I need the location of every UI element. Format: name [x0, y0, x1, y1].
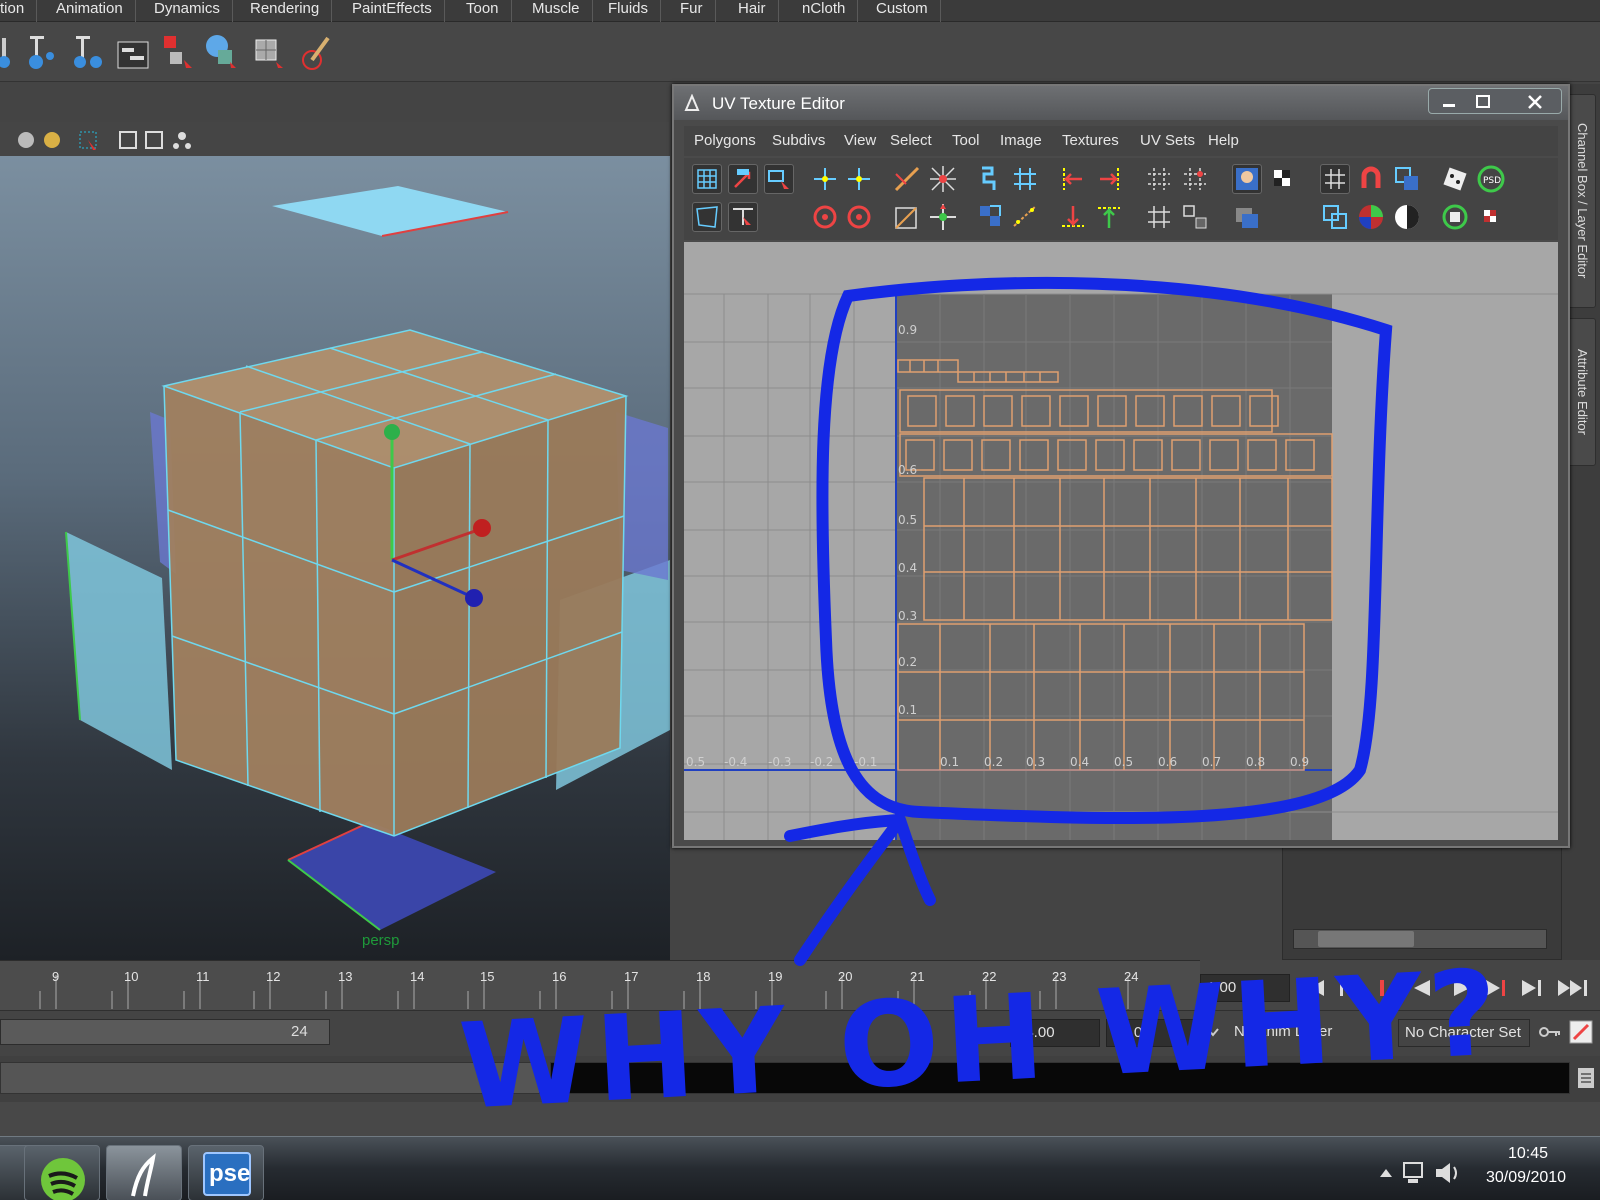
- network-icon: [1403, 1162, 1423, 1178]
- pse-icon: pse: [203, 1152, 251, 1196]
- system-tray-icons[interactable]: [1378, 1157, 1468, 1187]
- clock-date: 30/09/2010: [1486, 1169, 1567, 1186]
- taskbar-pse[interactable]: pse: [188, 1145, 264, 1200]
- taskbar-maya[interactable]: [106, 1145, 182, 1200]
- spotify-icon: [41, 1158, 85, 1200]
- screen: tion Animation Dynamics Rendering PaintE…: [0, 0, 1600, 1200]
- pse-label: pse: [209, 1160, 251, 1187]
- windows-taskbar: pse 10:45 30/09/2010: [0, 1136, 1600, 1200]
- annotation-arrow: [784, 814, 936, 966]
- maya-icon: [131, 1153, 156, 1197]
- volume-icon: [1436, 1163, 1450, 1183]
- annotation-circle: [816, 276, 1393, 825]
- annotation-overlay: WHY OH WHY?: [456, 276, 1506, 1136]
- taskbar-spotify[interactable]: [24, 1145, 100, 1200]
- tray-expand-icon: [1380, 1169, 1392, 1177]
- annotation-text: WHY OH WHY?: [456, 943, 1506, 1135]
- clock-time: 10:45: [1508, 1145, 1549, 1162]
